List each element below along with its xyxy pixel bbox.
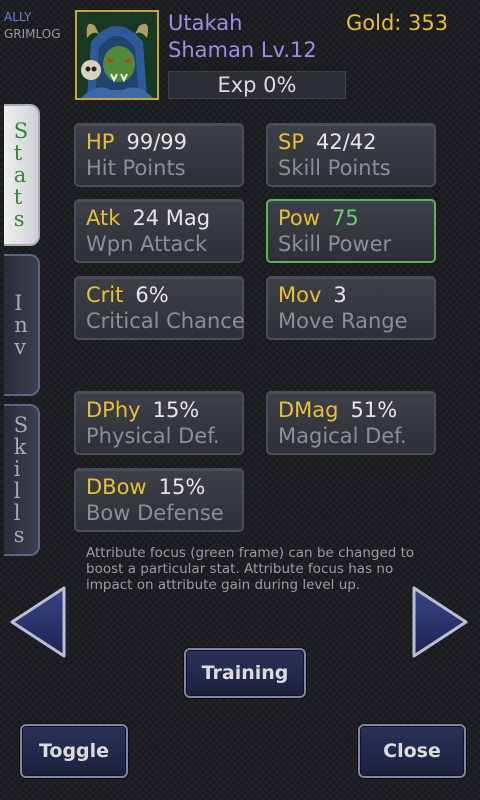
pow-label: Skill Power	[278, 232, 392, 256]
stat-card-dphy[interactable]: DPhy 15% Physical Def.	[74, 391, 244, 455]
stat-card-hp[interactable]: HP 99/99 Hit Points	[74, 123, 244, 187]
stat-card-dbow[interactable]: DBow 15% Bow Defense	[74, 468, 244, 532]
toggle-button-label: Toggle	[38, 740, 110, 762]
stat-card-sp[interactable]: SP 42/42 Skill Points	[266, 123, 436, 187]
tab-stats-label: Stats	[13, 119, 29, 231]
dmag-label: Magical Def.	[278, 424, 407, 448]
crit-value: 6%	[135, 283, 169, 307]
close-button-label: Close	[383, 740, 441, 762]
dbow-label: Bow Defense	[86, 501, 224, 525]
dphy-value: 15%	[152, 398, 200, 422]
exp-text: Exp 0%	[217, 73, 297, 97]
dmag-value: 51%	[350, 398, 398, 422]
class-level: Shaman Lv.12	[168, 38, 317, 62]
training-button-label: Training	[201, 662, 289, 684]
dphy-abbr: DPhy	[86, 398, 141, 422]
atk-label: Wpn Attack	[86, 232, 208, 256]
mov-value: 3	[333, 283, 347, 307]
tab-skills[interactable]: Skills	[4, 404, 40, 556]
player-label: GRIMLOG	[4, 27, 61, 41]
stat-card-crit[interactable]: Crit 6% Critical Chance	[74, 276, 245, 340]
crit-label: Critical Chance	[86, 309, 245, 333]
toggle-button[interactable]: Toggle	[20, 724, 128, 778]
tab-inventory[interactable]: Inv	[4, 254, 40, 396]
training-button[interactable]: Training	[184, 648, 306, 698]
dbow-value: 15%	[158, 475, 206, 499]
previous-character-button[interactable]	[6, 584, 68, 660]
right-arrow-icon	[412, 586, 468, 658]
hp-value: 99/99	[126, 130, 187, 154]
close-button[interactable]: Close	[358, 724, 466, 778]
next-character-button[interactable]	[410, 584, 472, 660]
stat-card-dmag[interactable]: DMag 51% Magical Def.	[266, 391, 436, 455]
stat-card-pow[interactable]: Pow 75 Skill Power	[266, 199, 436, 263]
attribute-focus-note: Attribute focus (green frame) can be cha…	[86, 545, 415, 593]
mov-abbr: Mov	[278, 283, 322, 307]
faction-label: ALLY	[4, 10, 32, 24]
crit-abbr: Crit	[86, 283, 124, 307]
dphy-label: Physical Def.	[86, 424, 220, 448]
hp-label: Hit Points	[86, 156, 186, 180]
dmag-abbr: DMag	[278, 398, 339, 422]
pow-value: 75	[331, 206, 359, 230]
sp-abbr: SP	[278, 130, 304, 154]
character-portrait	[75, 10, 159, 100]
sp-value: 42/42	[316, 130, 377, 154]
character-name: Utakah	[168, 11, 243, 35]
atk-value: 24 Mag	[132, 206, 211, 230]
dbow-abbr: DBow	[86, 475, 147, 499]
sp-label: Skill Points	[278, 156, 391, 180]
atk-abbr: Atk	[86, 206, 121, 230]
tab-skills-label: Skills	[13, 413, 29, 547]
gold-counter: Gold: 353	[346, 11, 449, 35]
stat-card-mov[interactable]: Mov 3 Move Range	[266, 276, 436, 340]
tab-stats[interactable]: Stats	[4, 104, 40, 246]
tab-inventory-label: Inv	[14, 291, 28, 359]
mov-label: Move Range	[278, 309, 408, 333]
hp-abbr: HP	[86, 130, 115, 154]
exp-bar: Exp 0%	[168, 71, 346, 99]
left-arrow-icon	[10, 586, 66, 658]
pow-abbr: Pow	[278, 206, 320, 230]
stat-card-atk[interactable]: Atk 24 Mag Wpn Attack	[74, 199, 244, 263]
